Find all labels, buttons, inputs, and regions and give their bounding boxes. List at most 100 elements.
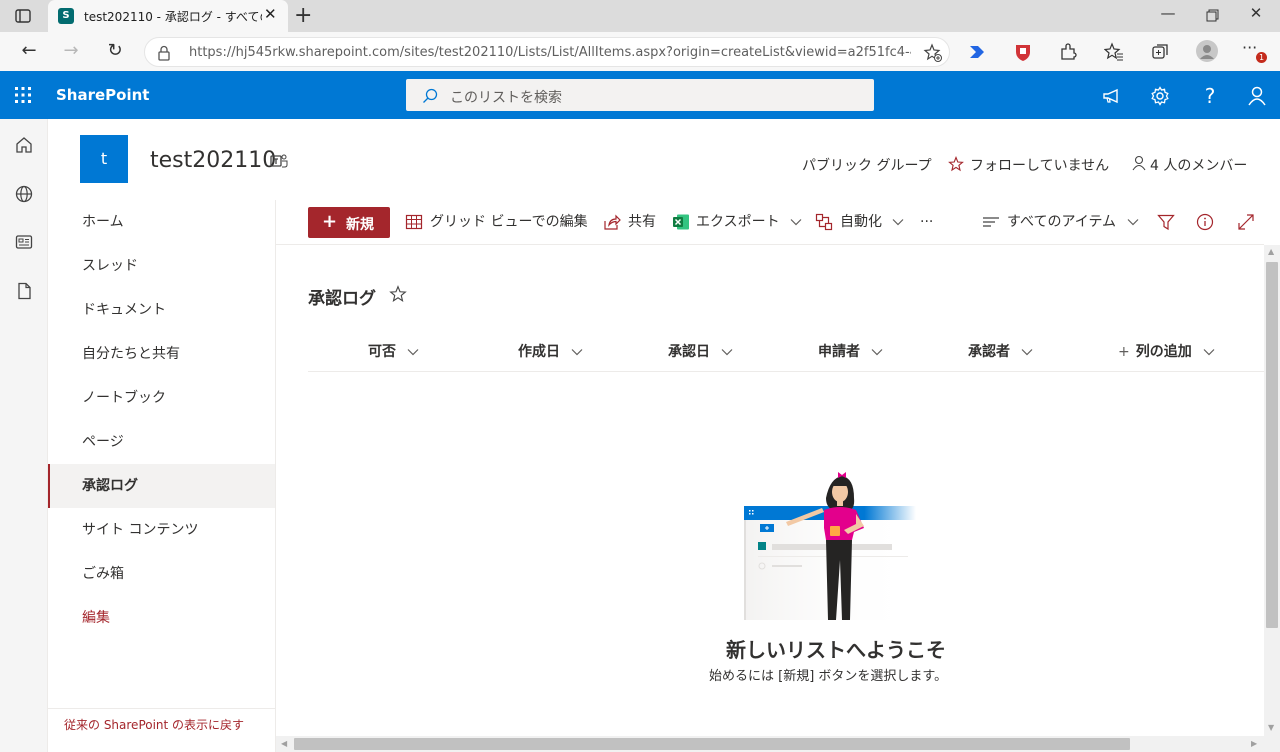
nav-item-site-contents[interactable]: サイト コンテンツ xyxy=(48,508,275,552)
settings-gear-icon[interactable] xyxy=(1149,85,1171,107)
back-icon[interactable]: ← xyxy=(18,40,40,62)
empty-state-title: 新しいリストへようこそ xyxy=(0,634,1240,663)
minimize-icon[interactable]: — xyxy=(1156,4,1180,26)
share-button[interactable]: 共有 xyxy=(628,213,656,233)
column-label: 承認者 xyxy=(968,344,1010,360)
list-search-box[interactable]: このリストを検索 xyxy=(406,79,874,111)
power-automate-extension-icon[interactable] xyxy=(968,42,988,62)
empty-state-title-text: 新しいリストへようこそ xyxy=(726,638,946,662)
vertical-scroll-thumb[interactable] xyxy=(1266,262,1278,628)
sharepoint-brand[interactable]: SharePoint xyxy=(56,86,149,104)
chevron-down-icon xyxy=(407,349,419,356)
scroll-up-icon[interactable]: ▲ xyxy=(1268,247,1274,256)
chevron-down-icon xyxy=(721,349,733,356)
nav-item-documents[interactable]: ドキュメント xyxy=(48,288,275,332)
profile-avatar[interactable] xyxy=(1196,40,1218,62)
add-favorite-icon[interactable] xyxy=(923,43,943,63)
plus-icon: + xyxy=(322,211,338,232)
tab-actions-icon[interactable] xyxy=(14,7,32,25)
refresh-icon[interactable]: ↻ xyxy=(104,40,126,62)
follow-star-icon[interactable] xyxy=(948,156,964,172)
view-chevron-down-icon xyxy=(1127,219,1138,226)
home-icon[interactable] xyxy=(14,135,34,155)
favorites-icon[interactable] xyxy=(1104,42,1124,62)
info-icon[interactable] xyxy=(1196,213,1214,231)
scroll-left-icon[interactable]: ◀ xyxy=(281,739,287,748)
scroll-right-icon[interactable]: ▶ xyxy=(1251,739,1257,748)
forward-icon[interactable]: → xyxy=(60,40,82,62)
restore-icon[interactable] xyxy=(1200,4,1224,26)
nav-item-notebook[interactable]: ノートブック xyxy=(48,376,275,420)
export-label: エクスポート xyxy=(696,214,780,230)
members-icon[interactable] xyxy=(1132,155,1146,171)
nav-item-recycle-bin[interactable]: ごみ箱 xyxy=(48,552,275,596)
column-header-created[interactable]: 作成日 xyxy=(518,341,583,361)
browser-tab-strip: S test202110 - 承認ログ - すべてのア ✕ + — ✕ xyxy=(0,0,1280,32)
account-icon[interactable] xyxy=(1246,85,1268,107)
nav-item-pages[interactable]: ページ xyxy=(48,420,275,464)
shield-extension-icon[interactable] xyxy=(1014,42,1032,62)
column-label: 承認日 xyxy=(668,344,710,360)
column-header-approved-date[interactable]: 承認日 xyxy=(668,341,733,361)
extensions-icon[interactable] xyxy=(1058,42,1078,62)
site-title[interactable]: test202110 xyxy=(150,148,276,173)
filter-icon[interactable] xyxy=(1157,213,1175,231)
files-icon[interactable] xyxy=(14,281,34,301)
collections-icon[interactable] xyxy=(1150,42,1170,62)
horizontal-scroll-thumb[interactable] xyxy=(294,738,1130,750)
view-selector[interactable]: すべてのアイテム xyxy=(1007,213,1139,233)
export-button[interactable]: エクスポート xyxy=(696,213,802,233)
column-header-divider xyxy=(308,371,1264,372)
suite-bar: SharePoint このリストを検索 ? xyxy=(0,71,1280,119)
scroll-down-icon[interactable]: ▼ xyxy=(1268,723,1274,732)
column-header-approver[interactable]: 承認者 xyxy=(968,341,1033,361)
chevron-down-icon xyxy=(571,349,583,356)
follow-button[interactable]: フォローしていません xyxy=(970,155,1109,175)
news-icon[interactable] xyxy=(14,232,34,252)
new-tab-icon[interactable]: + xyxy=(294,3,312,28)
browser-tab[interactable]: S test202110 - 承認ログ - すべてのア ✕ xyxy=(48,0,288,32)
nav-item-shared-with-us[interactable]: 自分たちと共有 xyxy=(48,332,275,376)
column-label: 申請者 xyxy=(818,344,860,360)
window-close-icon[interactable]: ✕ xyxy=(1244,4,1268,26)
search-placeholder: このリストを検索 xyxy=(450,90,562,106)
globe-icon[interactable] xyxy=(14,184,34,204)
site-logo[interactable]: t xyxy=(80,135,128,183)
help-icon[interactable]: ? xyxy=(1199,85,1221,107)
add-column-button[interactable]: + 列の追加 xyxy=(1118,341,1215,361)
column-header-approval[interactable]: 可否 xyxy=(368,341,419,361)
column-header-requester[interactable]: 申請者 xyxy=(818,341,883,361)
address-bar: ← → ↻ https://hj545rkw.sharepoint.com/si… xyxy=(0,32,1280,72)
lock-icon[interactable] xyxy=(157,45,171,61)
chevron-down-icon xyxy=(1203,349,1215,356)
view-label: すべてのアイテム xyxy=(1007,214,1117,230)
tab-close-icon[interactable]: ✕ xyxy=(264,5,277,23)
new-button-label: 新規 xyxy=(346,217,374,233)
chevron-down-icon xyxy=(1021,349,1033,356)
grid-edit-button[interactable]: グリッド ビューでの編集 xyxy=(430,213,588,233)
notification-badge: 1 xyxy=(1256,52,1267,63)
megaphone-icon[interactable] xyxy=(1101,85,1123,107)
members-button[interactable]: 4 人のメンバー xyxy=(1150,155,1247,175)
app-launcher-icon[interactable] xyxy=(14,86,32,104)
expand-icon[interactable] xyxy=(1237,213,1255,231)
export-chevron-down-icon xyxy=(790,219,802,226)
nav-item-threads[interactable]: スレッド xyxy=(48,244,275,288)
tab-title: test202110 - 承認ログ - すべてのア xyxy=(84,10,262,24)
group-type-label: パブリック グループ xyxy=(802,158,932,174)
add-column-label: 列の追加 xyxy=(1135,344,1192,360)
list-title: 承認ログ xyxy=(308,289,376,309)
teams-icon[interactable] xyxy=(270,153,288,169)
new-item-button[interactable]: + 新規 xyxy=(308,207,390,238)
url-field[interactable]: https://hj545rkw.sharepoint.com/sites/te… xyxy=(144,37,950,67)
settings-more-icon[interactable]: ··· xyxy=(1242,38,1257,57)
empty-list-illustration xyxy=(744,470,924,622)
automate-button[interactable]: 自動化 xyxy=(840,213,904,233)
automate-label: 自動化 xyxy=(840,214,882,230)
list-favorite-star-icon[interactable] xyxy=(389,285,407,303)
column-label: 可否 xyxy=(368,344,396,360)
nav-item-approval-log[interactable]: 承認ログ xyxy=(48,464,275,508)
nav-item-home[interactable]: ホーム xyxy=(48,200,275,244)
more-commands-button[interactable]: ··· xyxy=(920,213,933,233)
classic-view-link[interactable]: 従来の SharePoint の表示に戻す xyxy=(48,708,275,752)
